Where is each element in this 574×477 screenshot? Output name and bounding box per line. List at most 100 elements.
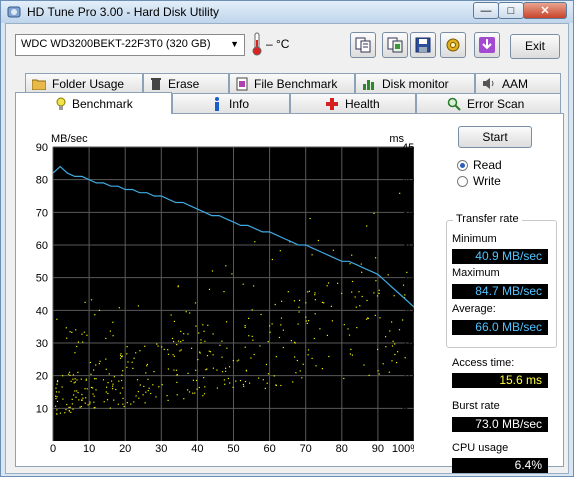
access-time-point bbox=[198, 332, 200, 334]
access-time-point bbox=[207, 324, 209, 326]
access-time-point bbox=[206, 368, 208, 370]
maximum-label: Maximum bbox=[452, 267, 500, 279]
write-radio[interactable]: Write bbox=[457, 174, 501, 188]
access-time-point bbox=[394, 353, 396, 356]
access-time-point bbox=[358, 291, 360, 293]
access-time-point bbox=[253, 285, 255, 287]
tab-erase[interactable]: Erase bbox=[143, 73, 229, 93]
access-time-point bbox=[56, 381, 59, 383]
x-tick-label: 10 bbox=[83, 443, 95, 455]
access-time-point bbox=[145, 391, 147, 393]
access-time-point bbox=[85, 379, 87, 381]
minimize-button[interactable]: — bbox=[473, 2, 499, 19]
access-time-point bbox=[378, 289, 380, 291]
access-time-point bbox=[203, 330, 205, 332]
access-time-point bbox=[80, 378, 82, 380]
access-time-point bbox=[147, 378, 149, 380]
access-time-point bbox=[59, 412, 61, 414]
access-time-point bbox=[225, 265, 227, 267]
disk-monitor-icon bbox=[363, 80, 374, 90]
access-time-point bbox=[294, 356, 296, 358]
access-time-point bbox=[315, 365, 317, 367]
app-window: HD Tune Pro 3.00 - Hard Disk Utility — □… bbox=[0, 0, 574, 477]
access-time-point bbox=[75, 329, 77, 331]
download-button[interactable] bbox=[474, 32, 500, 58]
copy-screenshot-button[interactable] bbox=[382, 32, 408, 58]
access-time-point bbox=[208, 288, 211, 290]
access-time-point bbox=[136, 379, 139, 381]
drive-select-value: WDC WD3200BEKT-22F3T0 (320 GB) bbox=[21, 38, 211, 50]
access-time-point bbox=[251, 309, 253, 311]
access-time-point bbox=[180, 349, 182, 351]
access-time-point bbox=[55, 398, 57, 400]
title-bar[interactable]: HD Tune Pro 3.00 - Hard Disk Utility — □… bbox=[1, 1, 573, 23]
exit-button[interactable]: Exit bbox=[510, 34, 560, 59]
access-time-point bbox=[330, 305, 332, 307]
access-time-point bbox=[94, 378, 96, 380]
access-time-point bbox=[89, 401, 91, 403]
access-time-point bbox=[82, 397, 84, 399]
access-time-point bbox=[314, 299, 316, 301]
access-time-point bbox=[105, 337, 107, 339]
access-time-point bbox=[119, 392, 121, 394]
close-button[interactable]: ✕ bbox=[523, 2, 567, 19]
access-time-point bbox=[305, 302, 307, 304]
access-time-point bbox=[216, 387, 218, 389]
y-tick-label-left: 10 bbox=[36, 403, 48, 415]
tab-health[interactable]: Health bbox=[290, 93, 416, 113]
save-button[interactable] bbox=[410, 32, 436, 58]
access-time-point bbox=[374, 314, 376, 316]
access-time-point bbox=[166, 395, 168, 397]
access-time-point bbox=[147, 390, 149, 392]
read-radio[interactable]: Read bbox=[457, 158, 502, 172]
tab-info[interactable]: Info bbox=[172, 93, 290, 113]
access-time-point bbox=[287, 291, 289, 293]
access-time-point bbox=[126, 353, 128, 355]
drive-select[interactable]: WDC WD3200BEKT-22F3T0 (320 GB) ▼ bbox=[15, 34, 245, 56]
access-time-point bbox=[307, 349, 310, 351]
window-title: HD Tune Pro 3.00 - Hard Disk Utility bbox=[27, 5, 220, 19]
access-time-point bbox=[349, 353, 351, 355]
access-time-point bbox=[161, 384, 163, 386]
access-time-point bbox=[95, 389, 97, 391]
access-time-point bbox=[115, 388, 117, 391]
average-value: 66.0 MB/sec bbox=[452, 320, 548, 335]
access-time-point bbox=[267, 373, 269, 375]
tab-disk-monitor[interactable]: Disk monitor bbox=[355, 73, 475, 93]
app-icon bbox=[7, 6, 21, 18]
tab-benchmark[interactable]: Benchmark bbox=[15, 92, 172, 114]
copy-text-button[interactable] bbox=[350, 32, 376, 58]
access-time-point bbox=[107, 392, 109, 395]
health-cross-icon bbox=[326, 97, 338, 110]
access-time-point bbox=[281, 300, 283, 302]
file-benchmark-icon bbox=[236, 77, 248, 90]
access-time-point bbox=[351, 254, 353, 256]
access-time-point bbox=[385, 346, 387, 348]
access-time-point bbox=[351, 291, 353, 293]
maximize-button[interactable]: □ bbox=[498, 2, 524, 19]
access-time-point bbox=[171, 337, 174, 340]
tab-folder-usage[interactable]: Folder Usage bbox=[25, 73, 143, 93]
access-time-point bbox=[142, 394, 144, 396]
start-button[interactable]: Start bbox=[458, 126, 532, 148]
access-time-point bbox=[177, 286, 179, 288]
x-tick-label: 90 bbox=[372, 443, 384, 455]
access-time-point bbox=[354, 296, 356, 298]
access-time-point bbox=[167, 368, 169, 370]
access-time-point bbox=[202, 395, 204, 397]
access-time-point bbox=[73, 394, 75, 396]
access-time-point bbox=[187, 389, 189, 391]
folder-icon bbox=[32, 79, 46, 90]
access-time-point bbox=[74, 378, 76, 380]
access-time-point bbox=[376, 295, 379, 297]
options-button[interactable] bbox=[440, 32, 466, 58]
access-time-point bbox=[93, 395, 95, 397]
access-time-point bbox=[71, 403, 73, 405]
tab-label: Error Scan bbox=[467, 96, 525, 111]
tab-error-scan[interactable]: Error Scan bbox=[416, 93, 561, 113]
trash-icon bbox=[151, 78, 161, 90]
access-time-point bbox=[55, 387, 57, 389]
tab-aam[interactable]: AAM bbox=[475, 73, 561, 93]
tab-file-benchmark[interactable]: File Benchmark bbox=[229, 73, 355, 93]
x-tick-label: 40 bbox=[191, 443, 203, 455]
